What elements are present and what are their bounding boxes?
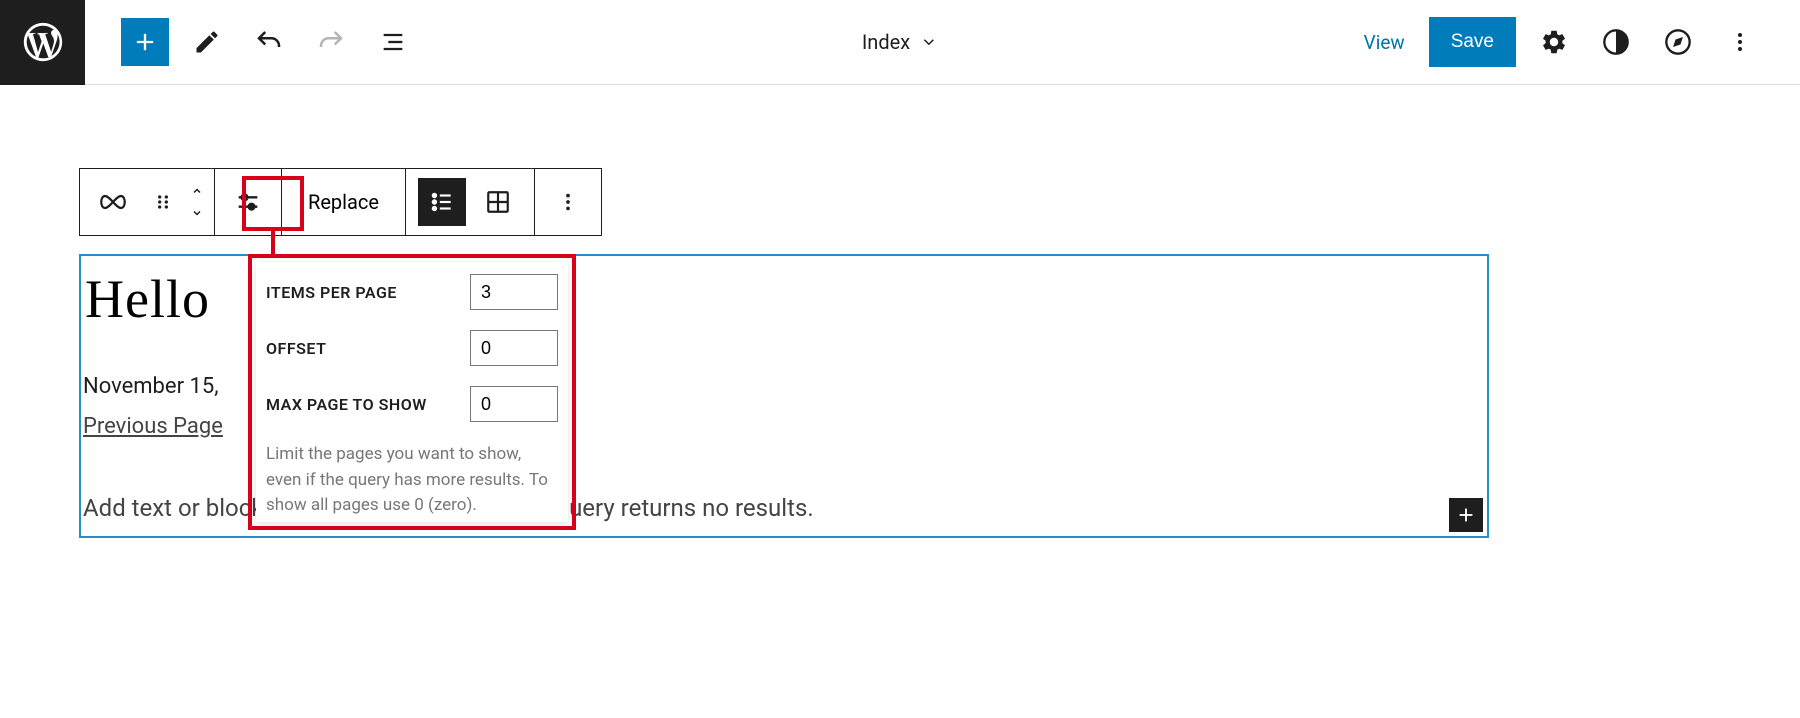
display-settings-popover: ITEMS PER PAGE OFFSET MAX PAGE TO SHOW L… [256,262,568,522]
move-down-button[interactable] [188,202,206,224]
post-title[interactable]: Hello [85,268,210,330]
compass-icon [1664,28,1692,56]
max-page-help-text: Limit the pages you want to show, even i… [266,442,558,519]
document-title-dropdown[interactable]: Index [862,30,938,54]
block-more-options-button[interactable] [543,177,593,227]
display-settings-button[interactable] [223,177,273,227]
chevron-up-icon [188,185,206,197]
editor-top-bar: Index View Save [0,0,1800,85]
inline-add-block-button[interactable] [1449,498,1483,532]
toolbar-left [85,18,417,66]
contrast-icon [1602,28,1630,56]
max-page-label: MAX PAGE TO SHOW [266,395,427,414]
settings-button[interactable] [1530,18,1578,66]
wordpress-logo[interactable] [0,0,85,85]
undo-button[interactable] [245,18,293,66]
max-page-input[interactable] [470,386,558,422]
more-vertical-icon [557,191,579,213]
chevron-down-icon [920,33,938,51]
infinity-icon [98,192,128,212]
block-toolbar: Replace [79,168,602,236]
toolbar-right: View Save [1354,17,1800,67]
view-link[interactable]: View [1354,31,1415,54]
list-layout-icon [429,189,455,215]
chevron-down-icon [188,207,206,219]
document-title-label: Index [862,30,910,54]
offset-label: OFFSET [266,339,326,358]
redo-button[interactable] [307,18,355,66]
drag-icon [153,192,173,212]
more-vertical-icon [1728,30,1752,54]
grid-layout-button[interactable] [474,178,522,226]
items-per-page-input[interactable] [470,274,558,310]
more-options-button[interactable] [1716,18,1764,66]
redo-icon [316,27,346,57]
previous-page-link[interactable]: Previous Page [83,414,223,439]
list-view-button[interactable] [369,18,417,66]
highlight-popover: ITEMS PER PAGE OFFSET MAX PAGE TO SHOW L… [248,254,576,530]
list-layout-button[interactable] [418,178,466,226]
items-per-page-label: ITEMS PER PAGE [266,283,397,302]
styles-button[interactable] [1592,18,1640,66]
query-loop-block-button[interactable] [88,177,138,227]
pencil-icon [193,28,221,56]
browse-button[interactable] [1654,18,1702,66]
edit-tool-button[interactable] [183,18,231,66]
grid-layout-icon [485,189,511,215]
plus-icon [131,28,159,56]
plus-icon [1455,504,1477,526]
offset-input[interactable] [470,330,558,366]
sliders-icon [234,188,262,216]
drag-handle[interactable] [138,177,188,227]
add-block-button[interactable] [121,18,169,66]
undo-icon [254,27,284,57]
move-up-button[interactable] [188,180,206,202]
wordpress-icon [20,19,66,65]
save-button[interactable]: Save [1429,17,1516,67]
replace-button[interactable]: Replace [290,190,397,214]
gear-icon [1540,28,1568,56]
post-date[interactable]: November 15, [83,374,219,399]
list-view-icon [379,28,407,56]
